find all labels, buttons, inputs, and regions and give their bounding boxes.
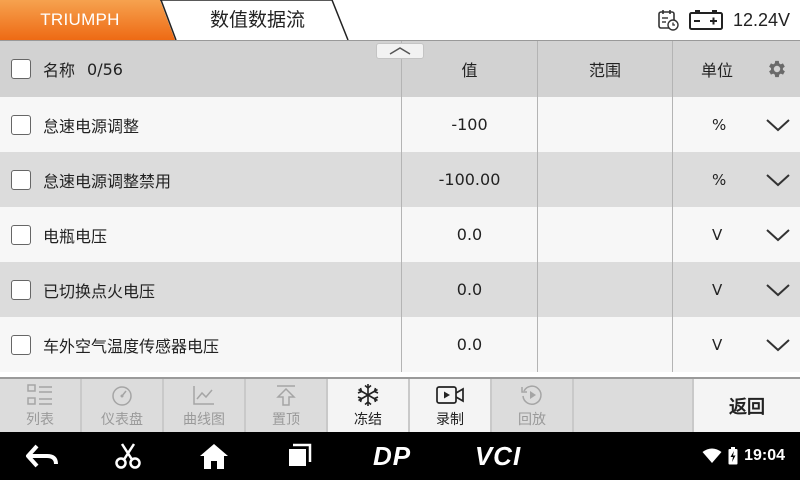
dp-logo[interactable]: DP bbox=[362, 432, 422, 480]
pin-top-icon bbox=[276, 384, 296, 406]
row-unit: V bbox=[712, 225, 723, 244]
row-unit: % bbox=[712, 170, 727, 189]
battery-charging-icon bbox=[728, 447, 738, 465]
playback-button[interactable]: 回放 bbox=[492, 379, 572, 432]
list-label: 列表 bbox=[26, 411, 54, 428]
record-label: 录制 bbox=[436, 411, 464, 428]
chevron-down-icon[interactable] bbox=[766, 338, 790, 352]
row-range bbox=[537, 207, 672, 262]
system-nav-bar: DP VCI 19:04 bbox=[0, 432, 800, 480]
page-title-tab: 数值数据流 bbox=[160, 0, 350, 40]
gauge-button[interactable]: 仪表盘 bbox=[82, 379, 162, 432]
gauge-label: 仪表盘 bbox=[101, 411, 143, 428]
back-nav-button[interactable] bbox=[22, 432, 62, 480]
pin-top-button[interactable]: 置顶 bbox=[246, 379, 326, 432]
playback-icon bbox=[521, 384, 542, 405]
data-stream-table: 名称 0/56 值 范围 单位 怠速电源调整 -100 % 怠速电源调整禁用 -… bbox=[0, 40, 800, 375]
chevron-down-icon[interactable] bbox=[766, 173, 790, 187]
brand-label: TRIUMPH bbox=[40, 10, 120, 29]
row-unit: V bbox=[712, 280, 723, 299]
row-checkbox[interactable] bbox=[11, 114, 31, 135]
row-checkbox[interactable] bbox=[11, 169, 31, 190]
chevron-down-icon[interactable] bbox=[766, 228, 790, 242]
row-checkbox[interactable] bbox=[11, 334, 31, 355]
line-chart-button[interactable]: 曲线图 bbox=[164, 379, 244, 432]
row-range bbox=[537, 152, 672, 207]
status-area: 19:04 bbox=[702, 432, 785, 480]
pin-top-label: 置顶 bbox=[272, 411, 300, 428]
line-chart-icon bbox=[193, 385, 214, 405]
row-value: 0.0 bbox=[401, 207, 537, 262]
table-row[interactable]: 已切换点火电压 0.0 V bbox=[0, 262, 800, 317]
recent-apps-icon bbox=[289, 443, 312, 466]
row-name: 已切换点火电压 bbox=[43, 281, 156, 301]
function-toolbar: 列表 仪表盘 曲线图 置顶 冻结 录制 回放 返回 bbox=[0, 377, 800, 432]
row-checkbox[interactable] bbox=[11, 279, 31, 300]
header-name-label: 名称 bbox=[43, 61, 76, 80]
home-nav-button[interactable] bbox=[196, 432, 232, 480]
freeze-button[interactable]: 冻结 bbox=[328, 379, 408, 432]
recent-apps-nav-button[interactable] bbox=[282, 432, 316, 480]
chevron-down-icon[interactable] bbox=[766, 118, 790, 132]
table-row[interactable]: 怠速电源调整 -100 % bbox=[0, 97, 800, 152]
row-name: 怠速电源调整禁用 bbox=[43, 171, 172, 191]
row-range bbox=[537, 262, 672, 317]
battery-icon bbox=[688, 10, 723, 30]
title-bar: TRIUMPH 数值数据流 12.24V bbox=[0, 0, 800, 40]
chevron-down-icon[interactable] bbox=[766, 283, 790, 297]
row-range bbox=[537, 97, 672, 152]
row-name: 车外空气温度传感器电压 bbox=[43, 336, 220, 356]
vci-logo[interactable]: VCI bbox=[468, 432, 528, 480]
row-value: 0.0 bbox=[401, 317, 537, 372]
freeze-label: 冻结 bbox=[354, 411, 382, 428]
select-all-checkbox[interactable] bbox=[11, 59, 31, 79]
table-row[interactable]: 怠速电源调整禁用 -100.00 % bbox=[0, 152, 800, 207]
back-arrow-icon bbox=[26, 444, 58, 468]
toolbar-spacer bbox=[574, 379, 692, 432]
brand-tab[interactable]: TRIUMPH bbox=[0, 0, 175, 40]
table-row[interactable]: 电瓶电压 0.0 V bbox=[0, 207, 800, 262]
report-clock-icon[interactable] bbox=[657, 9, 679, 31]
playback-label: 回放 bbox=[518, 411, 546, 428]
page-title: 数值数据流 bbox=[209, 9, 305, 31]
back-button[interactable]: 返回 bbox=[694, 379, 800, 432]
row-value: -100 bbox=[401, 97, 537, 152]
home-icon bbox=[200, 444, 228, 469]
row-name: 电瓶电压 bbox=[43, 226, 108, 246]
row-name: 怠速电源调整 bbox=[43, 116, 140, 136]
gauge-icon bbox=[112, 385, 132, 406]
row-checkbox[interactable] bbox=[11, 224, 31, 245]
chevron-up-icon bbox=[389, 47, 411, 55]
snowflake-icon bbox=[357, 383, 379, 406]
header-range: 范围 bbox=[537, 41, 672, 97]
line-chart-label: 曲线图 bbox=[183, 411, 225, 428]
gear-icon[interactable] bbox=[766, 58, 788, 80]
row-value: 0.0 bbox=[401, 262, 537, 317]
collapse-header-button[interactable] bbox=[376, 43, 424, 59]
record-button[interactable]: 录制 bbox=[410, 379, 490, 432]
row-value: -100.00 bbox=[401, 152, 537, 207]
selected-count: 0/56 bbox=[87, 59, 123, 79]
row-range bbox=[537, 317, 672, 372]
wifi-icon bbox=[702, 448, 722, 463]
scissors-icon bbox=[115, 443, 141, 469]
row-unit: V bbox=[712, 335, 723, 354]
list-button[interactable]: 列表 bbox=[0, 379, 80, 432]
battery-voltage: 12.24V bbox=[732, 9, 790, 30]
record-video-icon bbox=[436, 385, 464, 404]
list-icon bbox=[27, 383, 52, 405]
row-unit: % bbox=[712, 115, 727, 134]
table-row[interactable]: 车外空气温度传感器电压 0.0 V bbox=[0, 317, 800, 372]
screenshot-nav-button[interactable] bbox=[110, 432, 146, 480]
header-unit: 单位 bbox=[701, 61, 734, 80]
clock-time: 19:04 bbox=[744, 447, 785, 464]
